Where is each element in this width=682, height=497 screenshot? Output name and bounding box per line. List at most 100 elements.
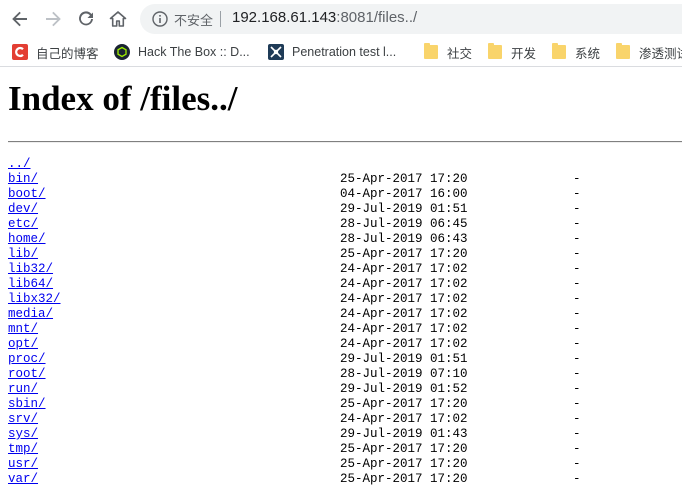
directory-link[interactable]: sbin/ xyxy=(8,397,46,412)
file-size: - xyxy=(573,262,581,276)
modified-date: 24-Apr-2017 17:02 xyxy=(340,337,468,351)
bookmark-label: 系统 xyxy=(575,46,601,61)
file-size: - xyxy=(573,412,581,426)
file-size: - xyxy=(573,322,581,336)
modified-date: 29-Jul-2019 01:51 xyxy=(340,352,468,366)
address-bar[interactable]: 不安全 192.168.61.143:8081/files../ xyxy=(140,4,682,34)
forward-button[interactable] xyxy=(43,9,63,29)
modified-date: 29-Jul-2019 01:52 xyxy=(340,382,468,396)
bookmark-folder-pentest[interactable]: 渗透测试 xyxy=(616,42,682,62)
page-content: Index of /files../ ../ bin/25-Apr-2017 1… xyxy=(0,67,682,497)
parent-directory-link[interactable]: ../ xyxy=(8,157,31,172)
directory-link[interactable]: lib/ xyxy=(8,247,38,262)
bookmark-label: 开发 xyxy=(511,46,537,61)
bookmark-label: 渗透测试 xyxy=(639,46,682,61)
url-host: 192.168.61.143 xyxy=(232,9,337,26)
directory-link[interactable]: root/ xyxy=(8,367,46,382)
file-size: - xyxy=(573,397,581,411)
folder-icon xyxy=(488,43,502,59)
reload-button[interactable] xyxy=(76,9,96,29)
directory-link[interactable]: opt/ xyxy=(8,337,38,352)
modified-date: 24-Apr-2017 17:02 xyxy=(340,262,468,276)
folder-icon xyxy=(552,43,566,59)
modified-date: 24-Apr-2017 17:02 xyxy=(340,412,468,426)
divider xyxy=(8,141,682,143)
bookmark-hackthebox[interactable]: Hack The Box :: D... xyxy=(114,42,250,62)
htb-icon xyxy=(114,44,130,60)
directory-link[interactable]: lib64/ xyxy=(8,277,53,292)
modified-date: 24-Apr-2017 17:02 xyxy=(340,307,468,321)
file-size: - xyxy=(573,427,581,441)
file-size: - xyxy=(573,202,581,216)
modified-date: 25-Apr-2017 17:20 xyxy=(340,442,468,456)
file-size: - xyxy=(573,382,581,396)
file-size: - xyxy=(573,457,581,471)
modified-date: 28-Jul-2019 06:45 xyxy=(340,217,468,231)
modified-date: 25-Apr-2017 17:20 xyxy=(340,397,468,411)
folder-icon xyxy=(424,43,438,59)
file-size: - xyxy=(573,247,581,261)
url-text[interactable]: 192.168.61.143:8081/files../ xyxy=(232,9,417,26)
browser-toolbar: 不安全 192.168.61.143:8081/files../ xyxy=(0,0,682,38)
bookmark-label: Penetration test l... xyxy=(292,45,397,59)
home-icon xyxy=(109,11,127,27)
file-size: - xyxy=(573,352,581,366)
modified-date: 25-Apr-2017 17:20 xyxy=(340,172,468,186)
info-icon[interactable] xyxy=(152,11,168,27)
bookmark-pentest[interactable]: Penetration test l... xyxy=(268,42,396,62)
directory-link[interactable]: mnt/ xyxy=(8,322,38,337)
directory-link[interactable]: var/ xyxy=(8,472,38,487)
home-button[interactable] xyxy=(108,9,128,29)
file-size: - xyxy=(573,442,581,456)
arrow-right-icon xyxy=(46,11,61,27)
arrow-left-icon xyxy=(12,11,27,27)
csdn-icon xyxy=(12,44,28,60)
modified-date: 28-Jul-2019 07:10 xyxy=(340,367,468,381)
modified-date: 25-Apr-2017 17:20 xyxy=(340,247,468,261)
directory-link[interactable]: run/ xyxy=(8,382,38,397)
bookmark-blog[interactable]: 自己的博客 xyxy=(12,42,99,62)
modified-date: 24-Apr-2017 17:02 xyxy=(340,322,468,336)
file-size: - xyxy=(573,472,581,486)
modified-date: 25-Apr-2017 17:20 xyxy=(340,457,468,471)
modified-date: 24-Apr-2017 17:02 xyxy=(340,277,468,291)
bookmark-label: 社交 xyxy=(447,46,473,61)
file-size: - xyxy=(573,367,581,381)
modified-date: 28-Jul-2019 06:43 xyxy=(340,232,468,246)
pentest-icon xyxy=(268,44,284,60)
file-size: - xyxy=(573,337,581,351)
page-title: Index of /files../ xyxy=(8,79,238,118)
bookmark-label: Hack The Box :: D... xyxy=(138,45,250,59)
bookmark-folder-social[interactable]: 社交 xyxy=(424,42,472,62)
directory-link[interactable]: etc/ xyxy=(8,217,38,232)
directory-link[interactable]: proc/ xyxy=(8,352,46,367)
directory-link[interactable]: tmp/ xyxy=(8,442,38,457)
bookmark-folder-system[interactable]: 系统 xyxy=(552,42,600,62)
modified-date: 29-Jul-2019 01:51 xyxy=(340,202,468,216)
directory-link[interactable]: libx32/ xyxy=(8,292,61,307)
directory-link[interactable]: usr/ xyxy=(8,457,38,472)
back-button[interactable] xyxy=(10,9,30,29)
reload-icon xyxy=(79,11,93,26)
directory-link[interactable]: sys/ xyxy=(8,427,38,442)
directory-link[interactable]: bin/ xyxy=(8,172,38,187)
file-size: - xyxy=(573,277,581,291)
directory-link[interactable]: srv/ xyxy=(8,412,38,427)
modified-date: 25-Apr-2017 17:20 xyxy=(340,472,468,486)
file-size: - xyxy=(573,232,581,246)
modified-date: 04-Apr-2017 16:00 xyxy=(340,187,468,201)
file-size: - xyxy=(573,292,581,306)
url-path: :8081/files../ xyxy=(336,9,418,26)
separator xyxy=(220,11,221,27)
directory-link[interactable]: dev/ xyxy=(8,202,38,217)
directory-link[interactable]: home/ xyxy=(8,232,46,247)
security-label: 不安全 xyxy=(174,14,214,29)
bookmark-folder-dev[interactable]: 开发 xyxy=(488,42,536,62)
file-size: - xyxy=(573,217,581,231)
bookmarks-bar: 自己的博客 Hack The Box :: D... Penetration t… xyxy=(0,38,682,67)
directory-link[interactable]: boot/ xyxy=(8,187,46,202)
directory-link[interactable]: media/ xyxy=(8,307,53,322)
directory-link[interactable]: lib32/ xyxy=(8,262,53,277)
file-size: - xyxy=(573,307,581,321)
modified-date: 29-Jul-2019 01:43 xyxy=(340,427,468,441)
